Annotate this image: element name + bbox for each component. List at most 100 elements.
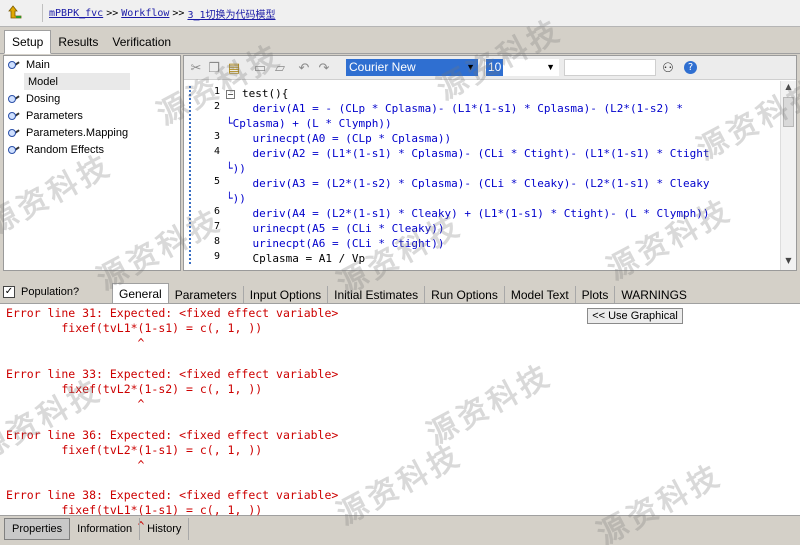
line-number: 1	[213, 86, 220, 97]
copy-icon[interactable]: ❐	[206, 60, 222, 76]
breadcrumb-separator: >>	[172, 7, 185, 19]
font-size-select[interactable]: 10 ▼	[484, 59, 559, 76]
undo-icon[interactable]: ↶	[296, 60, 312, 76]
search-input[interactable]	[564, 59, 656, 76]
line-number: 9	[213, 251, 220, 262]
error-line: ^	[6, 336, 145, 351]
chevron-down-icon: ▼	[546, 62, 555, 72]
setup-tree: Main Model Dosing Parameters Parameters.…	[3, 55, 181, 271]
code-editor: ✂ ❐ ▤ ▭ ▱ ↶ ↷ Courier New ▼ 10 ▼ ⚇ ? 1 2 3…	[183, 55, 797, 271]
error-line: ^	[6, 397, 145, 412]
line-number: 3	[213, 131, 220, 142]
line-number: 5	[213, 176, 220, 187]
line-number	[194, 116, 220, 131]
error-line: Error line 38: Expected: <fixed effect v…	[6, 488, 339, 503]
tab-verification[interactable]: Verification	[105, 31, 178, 53]
cut-icon[interactable]: ✂	[188, 60, 204, 76]
toolbar-divider	[42, 4, 43, 22]
breadcrumb-project[interactable]: mPBPK_fvc	[49, 8, 103, 19]
error-output-pane: << Use Graphical Error line 31: Expected…	[0, 303, 800, 533]
tab-initial-estimates[interactable]: Initial Estimates	[328, 286, 426, 304]
redo-icon[interactable]: ↷	[316, 60, 332, 76]
tree-item-parameters-mapping[interactable]: Parameters.Mapping	[4, 124, 180, 141]
population-checkbox[interactable]: ✓ Population?	[3, 281, 108, 303]
error-line: ^	[6, 457, 145, 472]
code-line: └))	[226, 162, 246, 175]
bottom-tab-strip: Properties Information History	[0, 517, 800, 545]
line-number	[194, 161, 220, 176]
tree-item-label: Dosing	[26, 92, 61, 105]
tree-item-label: Main	[26, 58, 50, 71]
breadcrumb-bar: mPBPK_fvc >> Workflow >> 3_1切换为代码模型	[0, 0, 800, 27]
code-area[interactable]: test(){ deriv(A1 = - (CLp * Cplasma)- (L…	[226, 86, 778, 266]
scroll-thumb[interactable]	[783, 97, 794, 127]
scroll-up-icon[interactable]: ▲	[782, 82, 795, 95]
tree-item-dosing[interactable]: Dosing	[4, 90, 180, 107]
line-number: 6	[213, 206, 220, 217]
line-number: 7	[213, 221, 220, 232]
breadcrumb-model[interactable]: 3_1切换为代码模型	[187, 6, 275, 21]
line-number: 8	[213, 236, 220, 247]
code-line: deriv(A1 = - (CLp * Cplasma)- (L1*(1-s1)…	[226, 102, 683, 115]
top-tab-strip: Setup Results Verification	[0, 30, 800, 54]
font-family-value: Courier New	[349, 60, 416, 74]
tab-warnings[interactable]: WARNINGS	[615, 286, 693, 304]
error-line	[0, 412, 800, 427]
population-label: Population?	[21, 286, 80, 298]
tab-setup[interactable]: Setup	[4, 30, 52, 54]
line-numbers: 1 2 3 4 5 6 7 8 9	[194, 86, 220, 266]
breadcrumb-separator: >>	[106, 7, 119, 19]
help-icon[interactable]: ?	[684, 61, 697, 74]
code-line: Cplasma = A1 / Vp	[226, 252, 366, 265]
line-number: 4	[213, 146, 220, 157]
tab-parameters[interactable]: Parameters	[169, 286, 244, 304]
tree-item-label: Random Effects	[26, 143, 105, 156]
link-icon	[8, 109, 24, 123]
lower-tabs: General Parameters Input Options Initial…	[112, 283, 693, 304]
tree-item-main[interactable]: Main	[4, 56, 180, 73]
tab-properties[interactable]: Properties	[4, 518, 71, 540]
tab-model-text[interactable]: Model Text	[505, 286, 576, 304]
error-line: fixef(tvL2*(1-s1) = c(, 1, ))	[6, 442, 263, 457]
font-size-value: 10	[486, 59, 504, 76]
use-graphical-button[interactable]: << Use Graphical	[587, 308, 683, 324]
line-number	[194, 191, 220, 206]
code-line: deriv(A4 = (L2*(1-s1) * Cleaky) + (L1*(1…	[226, 207, 710, 220]
code-line: test(){	[242, 87, 289, 100]
error-line: Error line 33: Expected: <fixed effect v…	[6, 366, 339, 381]
link-icon	[8, 126, 24, 140]
tree-item-parameters[interactable]: Parameters	[4, 107, 180, 124]
link-icon	[8, 143, 24, 157]
tab-information[interactable]: Information	[70, 518, 141, 540]
tree-item-random-effects[interactable]: Random Effects	[4, 141, 180, 158]
back-arrow-icon[interactable]	[8, 5, 24, 21]
font-family-select[interactable]: Courier New ▼	[346, 59, 478, 76]
change-marker	[189, 86, 193, 264]
find-binoculars-icon[interactable]: ⚇	[660, 60, 676, 76]
error-line	[0, 473, 800, 488]
line-number: 2	[213, 101, 220, 112]
tab-general[interactable]: General	[112, 283, 169, 304]
tree-item-label: Parameters	[26, 109, 83, 122]
tab-history[interactable]: History	[140, 518, 190, 540]
checkmark-icon: ✓	[3, 286, 15, 298]
code-line: deriv(A3 = (L2*(1-s2) * Cplasma)- (CLi *…	[226, 177, 710, 190]
tab-run-options[interactable]: Run Options	[425, 286, 505, 304]
error-line: Error line 36: Expected: <fixed effect v…	[6, 427, 339, 442]
uncomment-icon[interactable]: ▱	[272, 60, 288, 76]
error-line	[0, 352, 800, 367]
tab-plots[interactable]: Plots	[576, 286, 616, 304]
scroll-down-icon[interactable]: ▼	[782, 256, 795, 269]
paste-icon[interactable]: ▤	[226, 60, 242, 76]
tree-item-model[interactable]: Model	[24, 73, 130, 90]
comment-icon[interactable]: ▭	[252, 60, 268, 76]
code-line: deriv(A2 = (L1*(1-s1) * Cplasma)- (CLi *…	[226, 147, 710, 160]
link-icon	[8, 58, 24, 72]
tab-results[interactable]: Results	[51, 31, 105, 53]
code-line: └))	[226, 192, 246, 205]
tree-item-label: Parameters.Mapping	[26, 126, 129, 139]
breadcrumb-workflow[interactable]: Workflow	[121, 8, 169, 19]
tab-input-options[interactable]: Input Options	[244, 286, 329, 304]
editor-scrollbar[interactable]: ▲ ▼	[780, 81, 796, 270]
editor-toolbar: ✂ ❐ ▤ ▭ ▱ ↶ ↷ Courier New ▼ 10 ▼ ⚇ ?	[184, 56, 796, 80]
